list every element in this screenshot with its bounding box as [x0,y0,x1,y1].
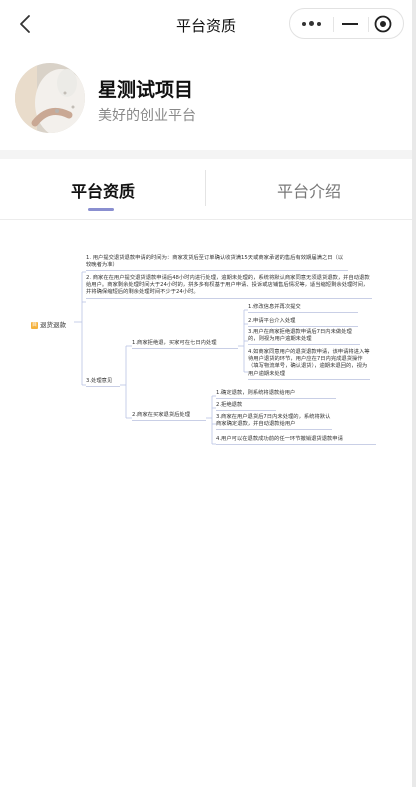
mindmap-node: 4.如商家同意用户的退货退款申请，该申请将进入等待用户退货的环节，用户应在7日内… [248,349,370,380]
mindmap-node: 2.拒绝退款 [216,402,276,412]
mindmap-node: 3.处理意见 [86,378,120,388]
mindmap-root-icon: 目 [31,321,38,329]
mindmap-node: 1.确定退款，则系统将退款给用户 [216,390,336,400]
mindmap-connectors [74,271,248,445]
mindmap-node: 1.商家拒绝退，买家可在七日内处理 [132,340,238,350]
mindmap-node: 4.用户可以在退款成功前的任一环节撤销退货退款申请 [216,436,376,446]
right-edge [412,0,416,787]
mindmap-root-label: 退货退款 [40,321,66,329]
mindmap-node: 2.申请平台介入处理 [248,318,358,328]
mindmap-root: 目退货退款 [31,319,66,329]
page: 平台资质 星测试项目 美好的创业平台 平台资质 平台介绍 目 退货退款 1. 用… [0,0,412,787]
mindmap-node: 1.修改信息并再次提交 [248,304,358,314]
mindmap-node: 3.商家在用户退货后7日内未处理的，系统将默认商家确定退款，并自动退款给用户 [216,414,332,431]
mindmap-node: 1. 用户提交退货退款申请的时间为：商家发货后至订单确认收货满15天或商家承诺的… [86,255,348,272]
mindmap-node: 3.用户在商家拒绝退款申请后7日内未做处理的，则视为用户逾期未处理 [248,329,360,346]
mindmap-node: 2. 商家在在用户提交退货退款申请后48小时内进行处理，逾期未处理的，系统将默认… [86,275,372,299]
mindmap-node: 2.商家在买家退货后处理 [132,412,206,422]
